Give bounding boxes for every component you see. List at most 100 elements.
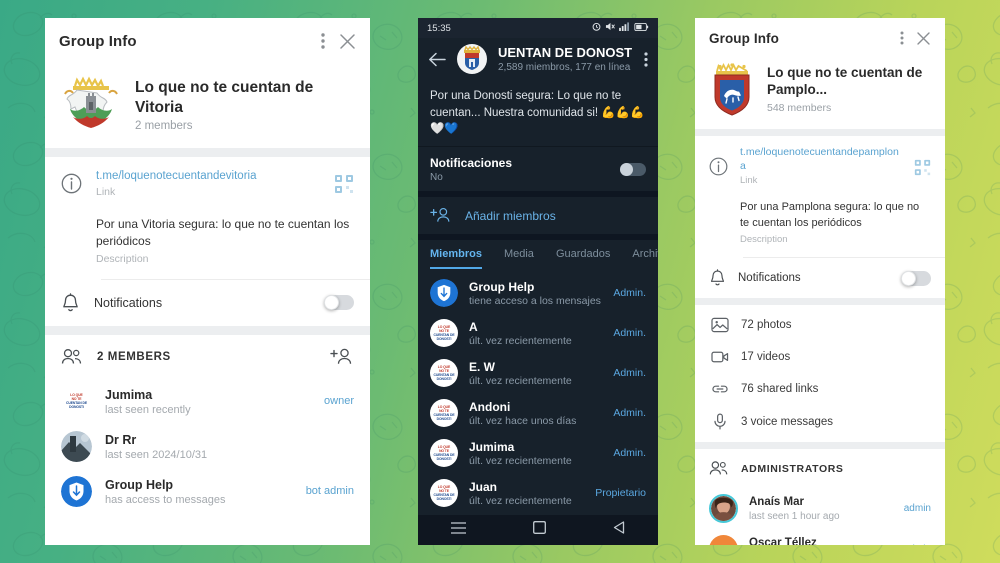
list-item[interactable]: LO QUE NO TE CUENTAN DE DONOSTI A últ. vez … (418, 313, 658, 353)
group-link-row[interactable]: t.me/loquenotecuentandevitoria Link (45, 157, 370, 202)
shield-bot-avatar[interactable] (430, 279, 458, 308)
members-section-header: 2 MEMBERS (45, 335, 370, 379)
chat-title: UENTAN DE DONOSTI (498, 44, 633, 60)
donosti-logo-avatar[interactable]: LO QUE NO TE CUENTAN DE DONOSTI (430, 479, 458, 508)
members-icon (709, 460, 729, 477)
group-name: Lo que no te cuentan de Pamplo... (767, 65, 923, 97)
member-status: últ. vez recientemente (469, 454, 572, 467)
donosti-coat-of-arms-icon[interactable] (457, 44, 487, 74)
member-name: Juan (469, 479, 498, 494)
notifications-label: Notifications (94, 295, 163, 310)
tab-guardados[interactable]: Guardados (556, 248, 610, 269)
initials-avatar[interactable]: OT (709, 535, 738, 545)
member-name: Andoni (469, 399, 511, 414)
tab-archivos[interactable]: Archivos (632, 248, 658, 269)
donosti-logo-avatar[interactable]: LO QUE NO TE CUENTAN DE DONOSTI (430, 399, 458, 428)
group-description: Por una Pamplona segura: lo que no te cu… (740, 201, 920, 230)
qr-code-icon[interactable] (334, 169, 354, 198)
android-home-icon[interactable] (533, 521, 546, 539)
list-item[interactable]: Anaís Mar last seen 1 hour ago admin (695, 488, 945, 529)
video-icon (711, 349, 729, 365)
stat-photos[interactable]: 72 photos (695, 309, 945, 341)
android-back-icon[interactable] (613, 521, 625, 539)
chat-description: Por una Donosti segura: Lo que no te cue… (430, 90, 645, 136)
android-status-bar: 15:35 (418, 18, 658, 38)
member-role: Propietario (595, 487, 646, 500)
list-item[interactable]: LO QUE NO TE CUENTAN DE DONOSTI Andoni últ.… (418, 393, 658, 433)
list-item[interactable]: LO QUE NO TE CUENTAN DE DONOSTI Juan últ. v… (418, 473, 658, 513)
bell-icon (61, 292, 80, 313)
member-status: últ. vez recientemente (469, 334, 572, 347)
group-link[interactable]: t.me/loquenotecuentandepamplona (740, 146, 902, 173)
more-vertical-icon[interactable] (321, 33, 325, 49)
notifications-row[interactable]: Notificaciones No (418, 146, 658, 191)
notifications-toggle[interactable] (620, 163, 646, 177)
list-item[interactable]: Group Help has access to messages bot ad… (45, 469, 370, 514)
donosti-logo-avatar[interactable]: LO QUE NO TE CUENTAN DE DONOSTI (430, 359, 458, 388)
panel-group-info-vitoria: Group Info Lo que no te cuentan de Vitor… (45, 18, 370, 545)
list-item[interactable]: OT Oscar Téllez last seen 2024/11/9 admi… (695, 529, 945, 545)
chat-header-donosti: UENTAN DE DONOSTI 2,589 miembros, 177 en… (418, 38, 658, 82)
section-divider (695, 442, 945, 450)
section-divider (45, 325, 370, 335)
list-item[interactable]: LO QUE NO TE CUENTAN DE DONOSTI Jumima last… (45, 379, 370, 424)
group-link[interactable]: t.me/loquenotecuentandevitoria (96, 169, 320, 184)
pamplona-coat-of-arms-icon[interactable] (709, 62, 755, 117)
group-header-vitoria: Lo que no te cuentan de Vitoria 2 member… (45, 64, 370, 148)
stat-shared-links[interactable]: 76 shared links (695, 373, 945, 405)
group-link-row[interactable]: t.me/loquenotecuentandepamplona Link (695, 136, 945, 188)
alarm-icon (592, 22, 601, 34)
group-description: Por una Vitoria segura: lo que no te cue… (96, 216, 350, 249)
member-status: últ. vez recientemente (469, 494, 572, 507)
description-icon-spacer (709, 200, 728, 245)
more-vertical-icon[interactable] (644, 51, 648, 67)
mute-icon (605, 22, 615, 34)
tab-media[interactable]: Media (504, 248, 534, 269)
stat-videos[interactable]: 17 videos (695, 341, 945, 373)
add-members-row[interactable]: Añadir miembros (418, 191, 658, 234)
photo-avatar[interactable] (61, 430, 92, 462)
group-description-row: Por una Vitoria segura: lo que no te cue… (45, 202, 370, 279)
member-name: Dr Rr (105, 432, 137, 447)
close-icon[interactable] (339, 33, 356, 50)
photo-avatar[interactable] (709, 494, 738, 524)
more-vertical-icon[interactable] (900, 31, 904, 45)
back-arrow-icon[interactable] (428, 52, 446, 67)
notifications-toggle[interactable] (901, 270, 931, 286)
notifications-row[interactable]: Notifications (45, 280, 370, 326)
shield-bot-avatar[interactable] (61, 475, 92, 507)
stat-voice-messages[interactable]: 3 voice messages (695, 405, 945, 438)
list-item[interactable]: Dr Rr last seen 2024/10/31 (45, 424, 370, 469)
stat-label: 17 videos (741, 351, 791, 364)
stat-label: 72 photos (741, 319, 792, 332)
close-icon[interactable] (916, 31, 931, 46)
member-name: E. W (469, 359, 495, 374)
list-item[interactable]: Group Help tiene acceso a los mensajes A… (418, 273, 658, 313)
battery-icon (634, 22, 649, 34)
tab-bar: Miembros Media Guardados Archivos (418, 234, 658, 270)
vitoria-coat-of-arms-icon[interactable] (61, 74, 121, 136)
add-member-icon (430, 207, 452, 224)
member-name: Oscar Téllez (749, 537, 817, 545)
list-item[interactable]: LO QUE NO TE CUENTAN DE DONOSTI E. W últ. v… (418, 353, 658, 393)
add-member-icon[interactable] (330, 348, 354, 366)
qr-code-icon[interactable] (914, 146, 931, 186)
donosti-logo-avatar[interactable]: LO QUE NO TE CUENTAN DE DONOSTI (61, 385, 92, 417)
info-icon (709, 146, 728, 186)
donosti-logo-avatar[interactable]: LO QUE NO TE CUENTAN DE DONOSTI (430, 319, 458, 348)
member-status: last seen 1 hour ago (749, 511, 840, 523)
member-role: Admin. (613, 367, 646, 380)
notifications-toggle[interactable] (324, 295, 354, 311)
tab-miembros[interactable]: Miembros (430, 248, 482, 270)
group-link-label: Link (740, 175, 758, 187)
members-list: Group Help tiene acceso a los mensajes A… (418, 269, 658, 513)
list-item[interactable]: LO QUE NO TE CUENTAN DE DONOSTI Jumima últ.… (418, 433, 658, 473)
member-name: Jumima (105, 387, 153, 402)
avatar-initials: OT (716, 544, 731, 545)
donosti-logo-avatar[interactable]: LO QUE NO TE CUENTAN DE DONOSTI (430, 439, 458, 468)
notifications-row[interactable]: Notifications (695, 258, 945, 298)
microphone-icon (711, 413, 729, 430)
add-members-label: Añadir miembros (465, 208, 556, 223)
section-divider (695, 129, 945, 136)
android-menu-icon[interactable] (451, 521, 467, 539)
